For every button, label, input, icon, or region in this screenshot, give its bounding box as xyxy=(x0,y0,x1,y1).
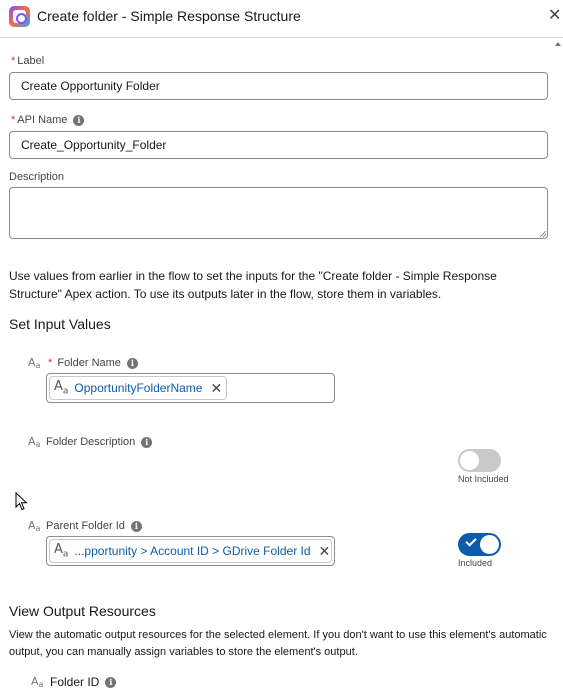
label-field-label: * Label xyxy=(11,55,45,67)
pill-label: ...pportunity > Account ID > GDrive Fold… xyxy=(74,544,311,558)
input-section-title: Set Input Values xyxy=(9,316,111,332)
parent-folder-id-input[interactable]: Aa ...pportunity > Account ID > GDrive F… xyxy=(46,536,335,566)
info-icon[interactable]: i xyxy=(141,436,153,448)
output-section-description: View the automatic output resources for … xyxy=(9,629,547,658)
parent-folder-id-label: Parent Folder Id i xyxy=(46,520,142,532)
required-mark: * xyxy=(11,55,16,67)
checkmark-icon xyxy=(465,535,477,547)
text-type-icon: Aa xyxy=(31,675,44,689)
modal-header: Create folder - Simple Response Structur… xyxy=(0,0,563,38)
intro-text: Use values from earlier in the flow to s… xyxy=(9,269,497,301)
scrollbar[interactable] xyxy=(554,38,563,699)
resize-grip-icon[interactable] xyxy=(540,231,546,237)
api-name-field-label: * API Name i xyxy=(11,114,85,126)
folder-name-input[interactable]: Aa OpportunityFolderName ✕ xyxy=(46,373,335,403)
required-mark: * xyxy=(11,114,16,126)
label-input[interactable]: Create Opportunity Folder xyxy=(9,72,548,100)
info-icon[interactable]: i xyxy=(73,114,85,126)
info-icon[interactable]: i xyxy=(105,677,117,689)
resource-pill[interactable]: Aa ...pportunity > Account ID > GDrive F… xyxy=(49,539,332,563)
folder-description-include-toggle[interactable] xyxy=(458,449,501,472)
text-type-icon: Aa xyxy=(54,379,69,397)
info-icon[interactable]: i xyxy=(126,357,138,369)
resource-pill[interactable]: Aa OpportunityFolderName ✕ xyxy=(49,376,228,400)
text-type-icon: Aa xyxy=(28,356,41,370)
pill-label: OpportunityFolderName xyxy=(74,381,203,395)
text-type-icon: Aa xyxy=(54,542,69,560)
flow-builder-icon xyxy=(9,6,30,27)
parent-folder-id-include-toggle[interactable] xyxy=(458,533,501,556)
close-icon[interactable]: ✕ xyxy=(548,7,561,25)
mouse-cursor-icon xyxy=(15,492,28,511)
toggle-caption: Not Included xyxy=(458,474,509,484)
remove-pill-icon[interactable]: ✕ xyxy=(319,544,331,558)
modal-title: Create folder - Simple Response Structur… xyxy=(37,8,301,24)
text-type-icon: Aa xyxy=(28,519,41,533)
required-mark: * xyxy=(48,357,53,369)
text-type-icon: Aa xyxy=(28,435,41,449)
folder-id-label: Folder ID i xyxy=(50,675,117,689)
output-section-title: View Output Resources xyxy=(9,603,156,619)
scroll-up-arrow-icon[interactable] xyxy=(555,42,561,46)
description-field-label: Description xyxy=(9,171,65,183)
info-icon[interactable]: i xyxy=(130,520,142,532)
toggle-caption: Included xyxy=(458,558,493,568)
description-textarea[interactable] xyxy=(9,187,548,239)
remove-pill-icon[interactable]: ✕ xyxy=(210,381,222,395)
api-name-input[interactable]: Create_Opportunity_Folder xyxy=(9,131,548,159)
folder-name-label: * Folder Name i xyxy=(48,357,138,369)
folder-description-label: Folder Description i xyxy=(46,436,153,448)
